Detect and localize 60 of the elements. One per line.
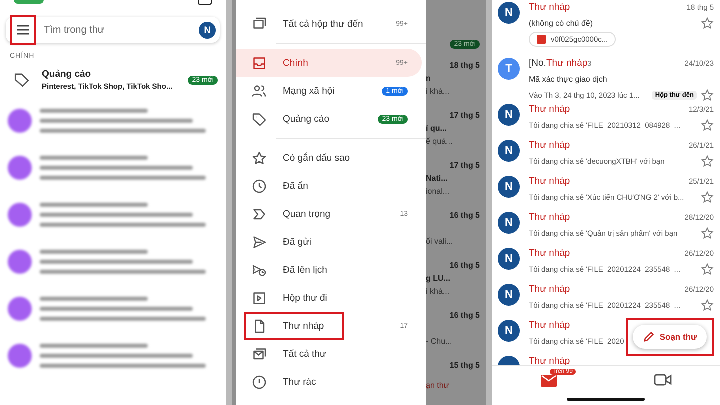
tag-icon bbox=[252, 112, 267, 126]
sender-avatar: N bbox=[498, 2, 520, 24]
sender-name: Thư nháp bbox=[529, 176, 572, 186]
star-icon[interactable] bbox=[701, 118, 714, 132]
battery-icon bbox=[198, 0, 212, 5]
sender-name: Thư nháp bbox=[529, 284, 572, 294]
star-icon[interactable] bbox=[701, 190, 714, 204]
star-icon[interactable] bbox=[701, 226, 714, 240]
sender-avatar: N bbox=[498, 140, 520, 162]
sender-name: Thư nháp bbox=[529, 320, 572, 330]
sender-name: Thư nháp bbox=[529, 140, 572, 150]
sender-name: Thư nháp bbox=[529, 2, 572, 12]
clock-icon bbox=[252, 178, 267, 194]
sender-avatar: N bbox=[498, 248, 520, 270]
star-icon bbox=[252, 150, 267, 166]
drawer-item[interactable]: Có gắn dấu sao bbox=[236, 144, 422, 172]
drawer-item[interactable]: Hộp thư đi bbox=[236, 284, 422, 312]
sender-name: Thư nháp bbox=[529, 104, 572, 114]
sender-name: Thư nháp bbox=[529, 248, 572, 258]
label-icon bbox=[252, 206, 267, 222]
star-icon[interactable] bbox=[701, 88, 714, 102]
email-subject: Mã xác thực giao dịch bbox=[529, 74, 608, 84]
mail-stack-icon bbox=[252, 346, 267, 362]
drawer-item[interactable]: Đã lên lịch bbox=[236, 256, 422, 284]
star-icon[interactable] bbox=[701, 16, 714, 30]
drawer-item[interactable]: Tất cả thư bbox=[236, 340, 422, 368]
outbox-icon bbox=[252, 290, 267, 306]
search-field[interactable]: Tìm trong thư N bbox=[6, 17, 220, 43]
document-icon bbox=[252, 318, 267, 334]
sender-avatar: T bbox=[498, 58, 520, 80]
drawer-item[interactable]: Đã gửi bbox=[236, 228, 422, 256]
menu-icon bbox=[16, 24, 30, 36]
sender-avatar: N bbox=[498, 320, 520, 342]
video-icon[interactable] bbox=[654, 374, 672, 386]
file-icon bbox=[537, 35, 546, 44]
star-icon[interactable] bbox=[701, 298, 714, 312]
status-pill bbox=[14, 0, 44, 4]
star-icon[interactable] bbox=[701, 154, 714, 168]
spam-icon bbox=[252, 374, 267, 390]
scheduled-icon bbox=[252, 262, 267, 278]
sender-name: Thư nháp bbox=[529, 212, 572, 222]
sender-avatar: N bbox=[498, 284, 520, 306]
menu-button[interactable] bbox=[10, 15, 36, 45]
sender-avatar: N bbox=[498, 176, 520, 198]
inbox-icon bbox=[252, 56, 267, 70]
compose-button[interactable]: Soạn thư bbox=[632, 325, 708, 349]
sender-avatar: N bbox=[498, 104, 520, 126]
star-icon[interactable] bbox=[701, 262, 714, 276]
category-title[interactable]: Quảng cáo bbox=[42, 69, 176, 80]
mail-icon[interactable] bbox=[540, 375, 556, 387]
pencil-icon bbox=[642, 331, 655, 343]
sender-avatar: N bbox=[498, 212, 520, 234]
tag-icon bbox=[14, 72, 30, 88]
email-subject: (không có chủ đề) bbox=[529, 18, 594, 28]
account-avatar[interactable]: N bbox=[199, 22, 216, 38]
people-icon bbox=[252, 84, 267, 98]
drawer-item[interactable]: Thư rác bbox=[236, 368, 422, 396]
drawer-item[interactable]: Đã ẩn bbox=[236, 172, 422, 200]
send-icon bbox=[252, 234, 267, 250]
inboxes-icon bbox=[252, 16, 267, 32]
